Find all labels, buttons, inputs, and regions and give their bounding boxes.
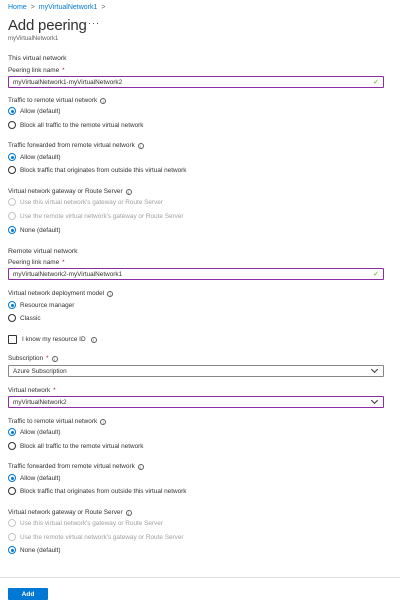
page-subtitle: myVirtualNetwork1 <box>8 36 59 42</box>
this-traffic-label: Traffic to remote virtual network i <box>8 97 107 104</box>
info-icon[interactable]: i <box>107 290 114 297</box>
section-remote-virtual-network: Remote virtual network <box>8 248 78 255</box>
info-icon[interactable]: i <box>100 97 107 104</box>
this-gateway-use-remote-radio: Use the remote virtual network's gateway… <box>8 212 184 220</box>
remote-forwarded-allow-radio[interactable]: Allow (default) <box>8 474 61 482</box>
chevron-down-icon <box>370 365 379 374</box>
section-this-virtual-network: This virtual network <box>8 55 67 62</box>
remote-gateway-none-radio[interactable]: None (default) <box>8 546 61 554</box>
breadcrumb-vnet-link[interactable]: myVirtualNetwork1 <box>39 4 98 11</box>
remote-traffic-label: Traffic to remote virtual network i <box>8 418 107 425</box>
this-forwarded-label: Traffic forwarded from remote virtual ne… <box>8 142 144 149</box>
model-resource-manager-radio[interactable]: Resource manager <box>8 301 74 309</box>
this-gateway-label: Virtual network gateway or Route Server i <box>8 188 132 195</box>
remote-gateway-use-this-radio: Use this virtual network's gateway or Ro… <box>8 519 163 527</box>
subscription-dropdown[interactable]: Azure Subscription <box>8 365 384 377</box>
info-icon[interactable]: i <box>125 509 132 516</box>
model-classic-radio[interactable]: Classic <box>8 314 41 322</box>
page-title: Add peering <box>8 17 87 34</box>
chevron-right-icon: > <box>30 4 35 11</box>
footer-divider <box>0 577 400 578</box>
this-forwarded-block-radio[interactable]: Block traffic that originates from outsi… <box>8 166 186 174</box>
this-gateway-none-radio[interactable]: None (default) <box>8 226 61 234</box>
chevron-down-icon <box>370 396 379 405</box>
breadcrumb: Home > myVirtualNetwork1 > <box>8 4 106 11</box>
info-icon[interactable]: i <box>90 336 97 343</box>
info-icon[interactable]: i <box>100 418 107 425</box>
remote-gateway-use-remote-radio: Use the remote virtual network's gateway… <box>8 533 184 541</box>
chevron-right-icon: > <box>101 4 106 11</box>
remote-gateway-label: Virtual network gateway or Route Server i <box>8 509 132 516</box>
info-icon[interactable]: i <box>137 463 144 470</box>
remote-traffic-block-radio[interactable]: Block all traffic to the remote virtual … <box>8 442 144 450</box>
required-marker: * <box>53 387 56 394</box>
this-forwarded-allow-radio[interactable]: Allow (default) <box>8 153 61 161</box>
checkmark-icon: ✓ <box>373 79 379 86</box>
resource-id-checkbox[interactable]: I know my resource ID i <box>8 335 97 344</box>
remote-peering-link-input[interactable]: myVirtualNetwork2-myVirtualNetwork1 ✓ <box>8 268 384 280</box>
checkmark-icon: ✓ <box>373 271 379 278</box>
this-gateway-use-this-radio: Use this virtual network's gateway or Ro… <box>8 198 163 206</box>
deployment-model-label: Virtual network deployment model i <box>8 290 114 297</box>
virtual-network-dropdown[interactable]: myVirtualNetwork2 <box>8 396 384 408</box>
info-icon[interactable]: i <box>137 142 144 149</box>
add-button[interactable]: Add <box>8 588 48 600</box>
required-marker: * <box>46 355 49 362</box>
info-icon[interactable]: i <box>125 188 132 195</box>
more-options-icon[interactable]: ··· <box>88 18 100 28</box>
remote-forwarded-label: Traffic forwarded from remote virtual ne… <box>8 463 144 470</box>
virtual-network-label: Virtual network * <box>8 387 56 394</box>
remote-peering-link-label: Peering link name * <box>8 259 65 266</box>
this-peering-link-input[interactable]: myVirtualNetwork1-myVirtualNetwork2 ✓ <box>8 76 384 88</box>
info-icon[interactable]: i <box>51 355 58 362</box>
required-marker: * <box>62 259 65 266</box>
required-marker: * <box>62 67 65 74</box>
this-traffic-allow-radio[interactable]: Allow (default) <box>8 107 61 115</box>
breadcrumb-home-link[interactable]: Home <box>8 4 27 11</box>
subscription-label: Subscription * i <box>8 355 58 362</box>
this-peering-link-label: Peering link name * <box>8 67 65 74</box>
this-traffic-block-radio[interactable]: Block all traffic to the remote virtual … <box>8 121 144 129</box>
remote-traffic-allow-radio[interactable]: Allow (default) <box>8 428 61 436</box>
remote-forwarded-block-radio[interactable]: Block traffic that originates from outsi… <box>8 487 186 495</box>
